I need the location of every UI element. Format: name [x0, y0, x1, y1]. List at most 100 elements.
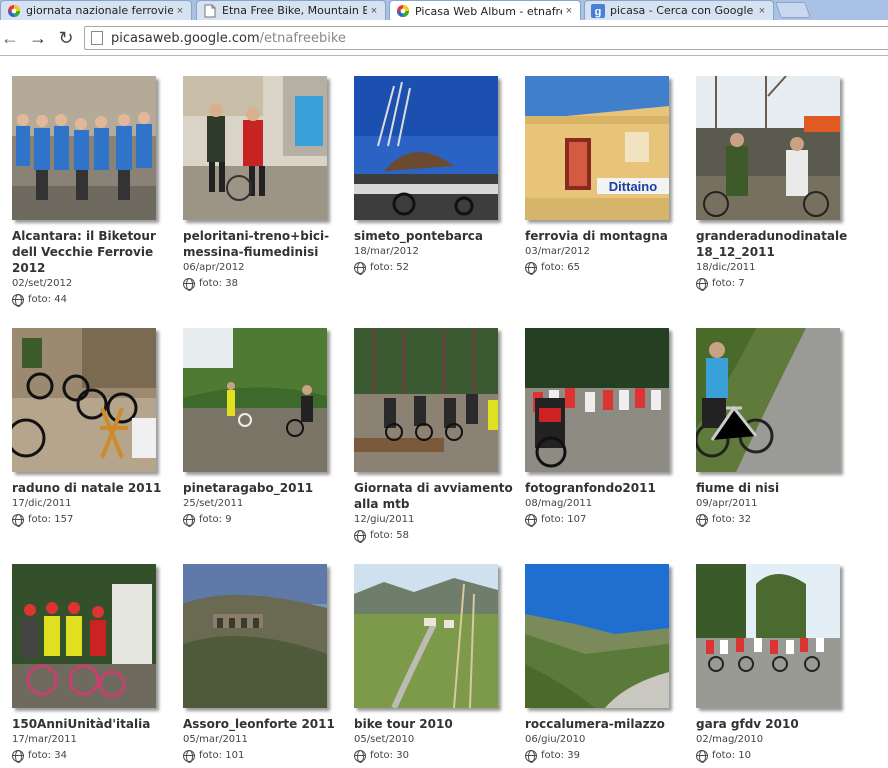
album-title[interactable]: 150AnniUnitàd'italia [12, 716, 180, 732]
album-title[interactable]: gara gfdv 2010 [696, 716, 864, 732]
url-host: picasaweb.google.com [111, 30, 260, 46]
tab-title: picasa - Cerca con Google [610, 4, 754, 17]
photo-count-text: foto: 10 [712, 750, 751, 761]
photo-count-text: foto: 30 [370, 750, 409, 761]
photo-count-text: foto: 107 [541, 514, 587, 525]
tab-giornata-nazionale[interactable]: giornata nazionale ferrovie d × [0, 0, 192, 20]
album-title[interactable]: fotogranfondo2011 [525, 480, 693, 496]
album-thumbnail[interactable]: Dittaino [525, 76, 669, 220]
album-title[interactable]: pinetaragabo_2011 [183, 480, 351, 496]
back-button[interactable]: ← [0, 28, 20, 48]
album-thumbnail[interactable] [183, 76, 327, 220]
photo-count-text: foto: 44 [28, 294, 67, 305]
picasa-icon [7, 4, 21, 18]
public-globe-icon [183, 278, 195, 291]
photo-count-text: foto: 65 [541, 262, 580, 273]
album-photo-count: foto: 34 [12, 748, 180, 764]
album-date: 09/apr/2011 [696, 498, 758, 509]
tab-google-search[interactable]: g picasa - Cerca con Google × [584, 0, 774, 20]
forward-button[interactable]: → [28, 28, 48, 48]
album-photo-count: foto: 30 [354, 748, 522, 764]
tab-title: giornata nazionale ferrovie d [26, 4, 173, 17]
album-title[interactable]: fiume di nisi [696, 480, 864, 496]
album-title[interactable]: Alcantara: il Biketour dell Vecchie Ferr… [12, 228, 180, 276]
album-date: 06/giu/2010 [525, 734, 586, 745]
svg-text:g: g [595, 6, 602, 18]
album-title[interactable]: Assoro_leonforte 2011 [183, 716, 351, 732]
album-photo-count: foto: 39 [525, 748, 693, 764]
public-globe-icon [354, 530, 366, 543]
address-bar[interactable]: picasaweb.google.com/etnafreebike [84, 26, 888, 50]
album-photo-count: foto: 52 [354, 260, 522, 276]
album-title[interactable]: ferrovia di montagna [525, 228, 693, 244]
url-text[interactable]: picasaweb.google.com/etnafreebike [111, 31, 346, 46]
photo-count-text: foto: 101 [199, 750, 245, 761]
public-globe-icon [525, 750, 537, 763]
photo-count-text: foto: 34 [28, 750, 67, 761]
album-title[interactable]: simeto_pontebarca [354, 228, 522, 244]
public-globe-icon [183, 514, 195, 527]
album-thumbnail[interactable] [696, 328, 840, 472]
tab-title: Etna Free Bike, Mountain Bik [222, 4, 367, 17]
photo-count-text: foto: 7 [712, 278, 745, 289]
public-globe-icon [12, 750, 24, 763]
album-thumbnail[interactable] [696, 76, 840, 220]
public-globe-icon [183, 750, 195, 763]
album-title[interactable]: peloritani-treno+bici-messina-fiumedinis… [183, 228, 351, 260]
album-thumbnail[interactable] [12, 328, 156, 472]
album-photo-count: foto: 32 [696, 512, 864, 528]
album-title[interactable]: roccalumera-milazzo [525, 716, 693, 732]
album-date: 17/dic/2011 [12, 498, 72, 509]
page-icon [91, 31, 103, 45]
album-thumbnail[interactable] [525, 564, 669, 708]
album-title[interactable]: bike tour 2010 [354, 716, 522, 732]
new-tab-button[interactable] [775, 2, 811, 18]
album-date: 08/mag/2011 [525, 498, 593, 509]
album-date: 05/set/2010 [354, 734, 415, 745]
album-date: 03/mar/2012 [525, 246, 590, 257]
tab-title: Picasa Web Album - etnafree [415, 4, 562, 18]
public-globe-icon [696, 514, 708, 527]
album-photo-count: foto: 10 [696, 748, 864, 764]
album-thumbnail[interactable] [354, 328, 498, 472]
close-icon[interactable]: × [367, 5, 381, 17]
album-date: 12/giu/2011 [354, 514, 415, 525]
google-icon: g [591, 3, 605, 18]
public-globe-icon [354, 750, 366, 763]
album-date: 18/mar/2012 [354, 246, 419, 257]
album-title[interactable]: raduno di natale 2011 [12, 480, 180, 496]
album-title[interactable]: Giornata di avviamento alla mtb [354, 480, 522, 512]
album-thumbnail[interactable] [12, 76, 156, 220]
album-thumbnail[interactable] [354, 76, 498, 220]
tab-etna-free-bike[interactable]: Etna Free Bike, Mountain Bik × [196, 0, 386, 20]
album-date: 02/set/2012 [12, 278, 73, 289]
photo-count-text: foto: 32 [712, 514, 751, 525]
album-photo-count: foto: 38 [183, 276, 351, 292]
album-photo-count: foto: 65 [525, 260, 693, 276]
album-photo-count: foto: 9 [183, 512, 351, 528]
album-thumbnail[interactable] [525, 328, 669, 472]
album-thumbnail[interactable] [183, 328, 327, 472]
close-icon[interactable]: × [173, 5, 187, 17]
album-photo-count: foto: 58 [354, 528, 522, 544]
reload-button[interactable]: ↻ [56, 28, 76, 48]
photo-count-text: foto: 58 [370, 530, 409, 541]
album-photo-count: foto: 44 [12, 292, 180, 308]
album-thumbnail[interactable] [354, 564, 498, 708]
browser-toolbar: ← → ↻ picasaweb.google.com/etnafreebike [0, 20, 888, 56]
photo-count-text: foto: 157 [28, 514, 74, 525]
album-date: 05/mar/2011 [183, 734, 248, 745]
album-thumbnail[interactable] [12, 564, 156, 708]
album-thumbnail[interactable] [183, 564, 327, 708]
album-date: 25/set/2011 [183, 498, 244, 509]
photo-count-text: foto: 38 [199, 278, 238, 289]
album-thumbnail[interactable] [696, 564, 840, 708]
album-date: 17/mar/2011 [12, 734, 77, 745]
photo-count-text: foto: 39 [541, 750, 580, 761]
album-title[interactable]: granderadunodinatale 18_12_2011 [696, 228, 864, 260]
album-date: 18/dic/2011 [696, 262, 756, 273]
tab-picasa-web-album[interactable]: Picasa Web Album - etnafree × [389, 0, 581, 21]
close-icon[interactable]: × [562, 5, 576, 17]
public-globe-icon [525, 262, 537, 275]
close-icon[interactable]: × [755, 5, 769, 17]
